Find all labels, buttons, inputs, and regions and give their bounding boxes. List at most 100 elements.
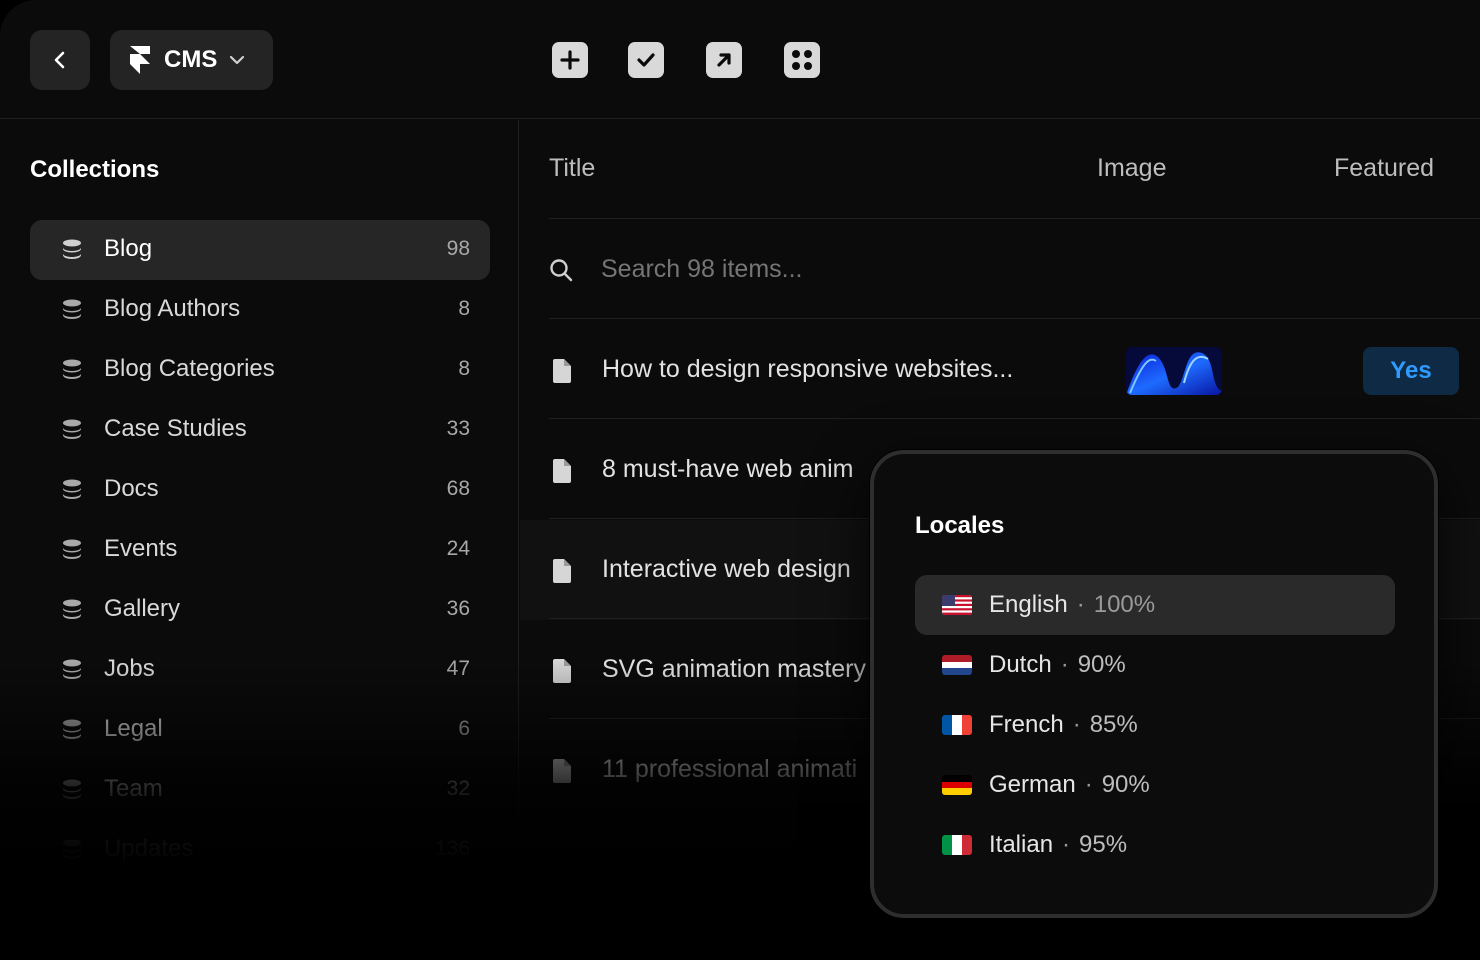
sidebar-item-label: Blog Categories — [104, 355, 275, 382]
column-header-featured[interactable]: Featured — [1334, 154, 1434, 183]
us-flag-icon — [942, 595, 972, 615]
sidebar-item-count: 24 — [446, 537, 470, 560]
divider — [549, 418, 1480, 419]
search-row — [549, 220, 1480, 320]
collections-sidebar: Collections Blog 98 Blog Authors 8 Blog … — [0, 120, 519, 960]
locales-list: English · 100% Dutch · 90% French · 85% … — [915, 575, 1395, 875]
separator-dot: · — [1076, 591, 1085, 618]
divider — [549, 218, 1480, 219]
france-flag-icon — [942, 715, 972, 735]
featured-badge[interactable]: Yes — [1363, 347, 1459, 395]
sidebar-item-label: Jobs — [104, 655, 155, 682]
collections-title: Collections — [30, 156, 160, 183]
document-icon — [553, 559, 571, 583]
database-icon — [63, 599, 81, 619]
sidebar-item-events[interactable]: Events 24 — [30, 520, 490, 580]
sidebar-item-gallery[interactable]: Gallery 36 — [30, 580, 490, 640]
sidebar-item-count: 36 — [446, 597, 470, 620]
locale-item-dutch[interactable]: Dutch · 90% — [915, 635, 1395, 695]
back-button[interactable] — [30, 30, 90, 90]
row-title: SVG animation mastery — [602, 655, 866, 683]
sidebar-item-docs[interactable]: Docs 68 — [30, 460, 490, 520]
row-title: How to design responsive websites... — [602, 355, 1014, 383]
separator-dot: · — [1060, 651, 1069, 678]
row-title: 8 must-have web anim — [602, 455, 854, 483]
sidebar-item-blog-authors[interactable]: Blog Authors 8 — [30, 280, 490, 340]
locale-name: French — [989, 711, 1064, 738]
cms-menu-button[interactable]: CMS — [110, 30, 273, 90]
locale-name: English — [989, 591, 1068, 618]
netherlands-flag-icon — [942, 655, 972, 675]
locale-item-french[interactable]: French · 85% — [915, 695, 1395, 755]
sidebar-item-legal[interactable]: Legal 6 — [30, 700, 490, 760]
database-icon — [63, 239, 81, 259]
row-image-thumbnail[interactable] — [1126, 347, 1222, 395]
sidebar-item-label: Legal — [104, 715, 163, 742]
locale-percentage: 85% — [1089, 711, 1138, 738]
database-icon — [63, 659, 81, 679]
sidebar-item-updates[interactable]: Updates 136 — [30, 820, 490, 880]
sidebar-item-blog[interactable]: Blog 98 — [30, 220, 490, 280]
sidebar-item-label: Updates — [104, 835, 194, 862]
sidebar-item-count: 136 — [434, 837, 470, 860]
sidebar-item-count: 8 — [458, 357, 470, 380]
sidebar-item-count: 6 — [458, 717, 470, 740]
locale-item-german[interactable]: German · 90% — [915, 755, 1395, 815]
germany-flag-icon — [942, 775, 972, 795]
database-icon — [63, 719, 81, 739]
locale-item-italian[interactable]: Italian · 95% — [915, 815, 1395, 875]
sidebar-item-label: Team — [104, 775, 163, 802]
sidebar-item-label: Events — [104, 535, 178, 562]
sidebar-item-team[interactable]: Team 32 — [30, 760, 490, 820]
search-input[interactable] — [601, 255, 1101, 284]
document-icon — [553, 759, 571, 783]
column-header-title[interactable]: Title — [549, 154, 595, 183]
row-title: Interactive web design — [602, 555, 851, 583]
check-icon[interactable] — [628, 42, 664, 78]
database-icon — [63, 359, 81, 379]
document-icon — [553, 359, 571, 383]
database-icon — [63, 539, 81, 559]
separator-dot: · — [1062, 831, 1071, 858]
sidebar-item-count: 68 — [446, 477, 470, 500]
locales-title: Locales — [915, 512, 1005, 539]
locale-percentage: 90% — [1101, 771, 1150, 798]
chevron-left-icon — [54, 51, 65, 69]
grid-apps-icon[interactable] — [784, 42, 820, 78]
sidebar-item-label: Case Studies — [104, 415, 247, 442]
document-icon — [553, 459, 571, 483]
sidebar-item-label: Docs — [104, 475, 159, 502]
sidebar-item-case-studies[interactable]: Case Studies 33 — [30, 400, 490, 460]
sidebar-item-jobs[interactable]: Jobs 47 — [30, 640, 490, 700]
database-icon — [63, 299, 81, 319]
table-row[interactable]: How to design responsive websites... Yes — [549, 320, 1480, 420]
italy-flag-icon — [942, 835, 972, 855]
sidebar-item-count: 8 — [458, 297, 470, 320]
separator-dot: · — [1084, 771, 1093, 798]
framer-logo-icon — [130, 46, 150, 74]
sidebar-item-count: 33 — [446, 417, 470, 440]
locale-percentage: 95% — [1079, 831, 1128, 858]
cms-label: CMS — [164, 46, 218, 73]
locale-item-english[interactable]: English · 100% — [915, 575, 1395, 635]
search-icon — [550, 259, 573, 282]
external-link-icon[interactable] — [706, 42, 742, 78]
divider — [549, 318, 1480, 319]
collections-list: Blog 98 Blog Authors 8 Blog Categories 8… — [30, 220, 490, 880]
row-title: 11 professional animati — [602, 755, 858, 783]
locales-popover: Locales English · 100% Dutch · 90% Frenc… — [870, 450, 1438, 918]
sidebar-item-label: Blog Authors — [104, 295, 241, 322]
locale-name: German — [989, 771, 1076, 798]
database-icon — [63, 419, 81, 439]
sidebar-item-label: Blog — [104, 235, 153, 262]
sidebar-item-blog-categories[interactable]: Blog Categories 8 — [30, 340, 490, 400]
sidebar-item-count: 98 — [446, 237, 470, 260]
database-icon — [63, 479, 81, 499]
column-header-image[interactable]: Image — [1097, 154, 1166, 183]
add-item-icon[interactable] — [552, 42, 588, 78]
locale-name: Italian — [989, 831, 1054, 858]
chevron-down-icon — [230, 55, 245, 65]
locale-percentage: 90% — [1077, 651, 1126, 678]
sidebar-item-count: 47 — [446, 657, 470, 680]
separator-dot: · — [1072, 711, 1081, 738]
